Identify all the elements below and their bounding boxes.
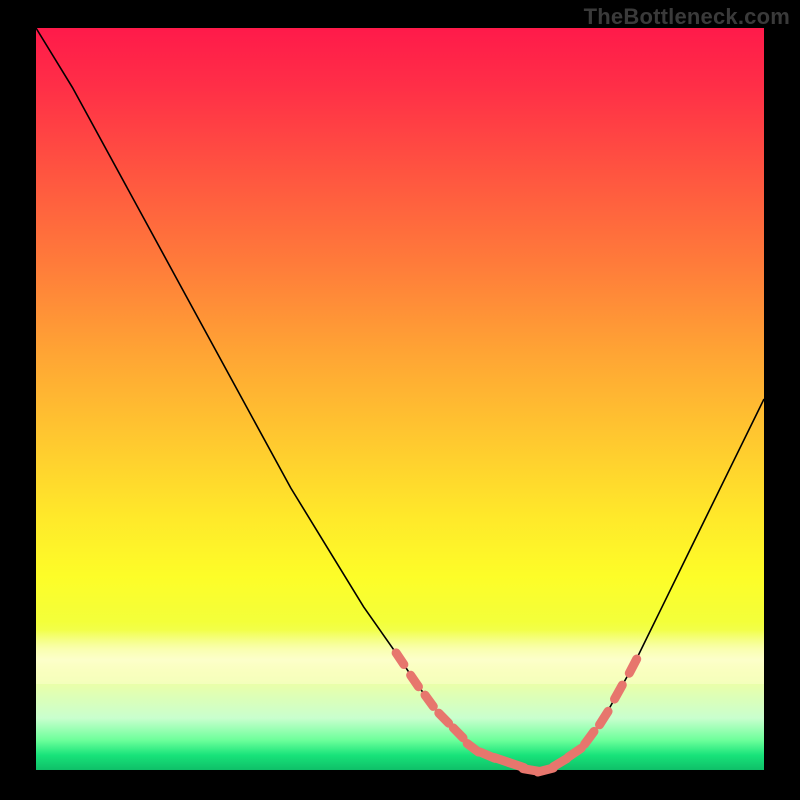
- curve-marker: [425, 695, 433, 706]
- curve-marker: [585, 731, 595, 744]
- plot-area: [36, 28, 764, 770]
- curve-marker: [396, 653, 404, 665]
- curve-marker: [453, 728, 463, 738]
- curve-marker: [568, 748, 581, 757]
- curve-marker: [615, 685, 623, 699]
- curve-marker: [600, 711, 609, 725]
- curve-marker: [411, 675, 419, 687]
- bottleneck-curve: [36, 28, 764, 770]
- curve-marker: [629, 659, 636, 673]
- curve-marker: [439, 713, 449, 723]
- chart-stage: TheBottleneck.com: [0, 0, 800, 800]
- watermark-label: TheBottleneck.com: [584, 4, 790, 30]
- curve-markers: [396, 653, 637, 772]
